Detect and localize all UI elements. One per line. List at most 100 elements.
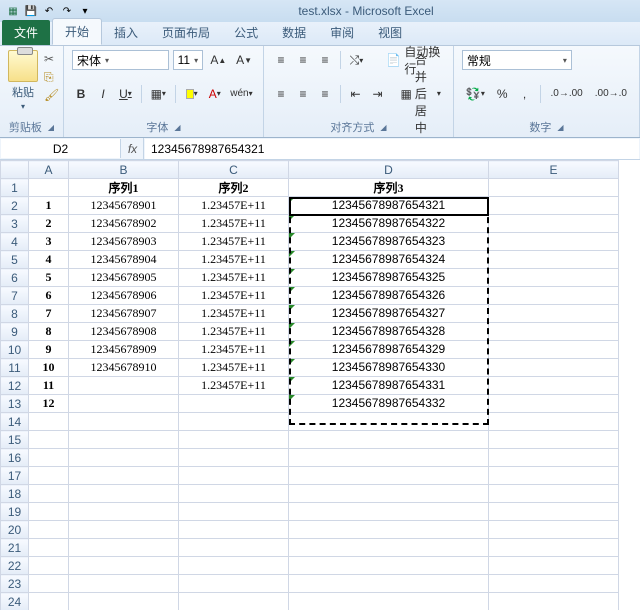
cell[interactable] (289, 575, 489, 593)
cell[interactable]: 12345678987654324 (289, 251, 489, 269)
cell[interactable]: 2 (29, 215, 69, 233)
row-header[interactable]: 20 (1, 521, 29, 539)
cell[interactable] (489, 485, 619, 503)
cell[interactable] (489, 233, 619, 251)
comma-format-icon[interactable]: , (516, 84, 534, 104)
row-header[interactable]: 10 (1, 341, 29, 359)
cell[interactable]: 8 (29, 323, 69, 341)
cell[interactable]: 1.23457E+11 (179, 197, 289, 215)
qat-more-icon[interactable]: ▾ (78, 4, 92, 18)
cell[interactable] (179, 539, 289, 557)
increase-font-icon[interactable]: A▲ (207, 50, 229, 70)
row-header[interactable]: 6 (1, 269, 29, 287)
cell[interactable]: 12345678987654322 (289, 215, 489, 233)
cell[interactable]: 序列1 (69, 179, 179, 197)
cell[interactable]: 12345678901 (69, 197, 179, 215)
tab-insert[interactable]: 插入 (102, 20, 150, 45)
redo-icon[interactable]: ↷ (60, 4, 74, 18)
cell[interactable] (489, 575, 619, 593)
cell[interactable]: 12345678987654332 (289, 395, 489, 413)
cell[interactable] (69, 539, 179, 557)
align-top-icon[interactable]: ≡ (272, 50, 290, 70)
cell[interactable] (489, 197, 619, 215)
cell[interactable]: 12345678987654323 (289, 233, 489, 251)
cell[interactable] (489, 215, 619, 233)
cell[interactable] (179, 467, 289, 485)
cut-icon[interactable]: ✂ (44, 52, 58, 66)
col-header-E[interactable]: E (489, 161, 619, 179)
cell[interactable] (179, 413, 289, 431)
percent-format-icon[interactable]: % (493, 84, 512, 104)
cell[interactable] (179, 575, 289, 593)
tab-formulas[interactable]: 公式 (222, 20, 270, 45)
cell[interactable] (489, 305, 619, 323)
cell[interactable] (489, 593, 619, 610)
row-header[interactable]: 21 (1, 539, 29, 557)
cell[interactable] (179, 449, 289, 467)
cell[interactable]: 序列3 (289, 179, 489, 197)
row-header[interactable]: 13 (1, 395, 29, 413)
font-size-combo[interactable]: 11▾ (173, 50, 204, 70)
cell[interactable]: 1.23457E+11 (179, 305, 289, 323)
format-painter-icon[interactable]: 🖌 (44, 88, 58, 102)
increase-decimal-icon[interactable]: .0→.00 (547, 84, 587, 104)
cell[interactable] (489, 521, 619, 539)
col-header-C[interactable]: C (179, 161, 289, 179)
select-all-corner[interactable] (1, 161, 29, 179)
cell[interactable] (179, 557, 289, 575)
increase-indent-icon[interactable]: ⇥ (369, 84, 387, 104)
copy-icon[interactable]: ⎘ (44, 70, 58, 84)
cell[interactable]: 12345678905 (69, 269, 179, 287)
cell[interactable] (289, 539, 489, 557)
cell[interactable]: 1.23457E+11 (179, 323, 289, 341)
border-button[interactable]: ▦▾ (148, 84, 169, 104)
row-header[interactable]: 4 (1, 233, 29, 251)
dialog-launcher-icon[interactable]: ◢ (557, 123, 563, 132)
cell[interactable]: 9 (29, 341, 69, 359)
cell[interactable] (489, 449, 619, 467)
cell[interactable]: 12345678987654329 (289, 341, 489, 359)
bold-button[interactable]: B (72, 84, 90, 104)
cell[interactable] (289, 557, 489, 575)
cell[interactable] (489, 467, 619, 485)
cell[interactable] (29, 539, 69, 557)
cell[interactable]: 3 (29, 233, 69, 251)
worksheet-grid[interactable]: A B C D E 1 序列1 序列2 序列3 2 1 12345678901 … (0, 160, 640, 610)
undo-icon[interactable]: ↶ (42, 4, 56, 18)
cell[interactable]: 4 (29, 251, 69, 269)
decrease-font-icon[interactable]: A▼ (233, 50, 255, 70)
cell[interactable]: 12345678987654325 (289, 269, 489, 287)
cell[interactable] (179, 521, 289, 539)
cell[interactable]: 10 (29, 359, 69, 377)
cell[interactable] (69, 431, 179, 449)
align-right-icon[interactable]: ≡ (316, 84, 334, 104)
cell[interactable] (69, 395, 179, 413)
cell[interactable] (69, 449, 179, 467)
col-header-D[interactable]: D (289, 161, 489, 179)
align-left-icon[interactable]: ≡ (272, 84, 290, 104)
paste-button[interactable]: 粘贴 ▾ (8, 50, 38, 111)
cell[interactable]: 12345678907 (69, 305, 179, 323)
align-middle-icon[interactable]: ≡ (294, 50, 312, 70)
cell[interactable]: 序列2 (179, 179, 289, 197)
decrease-decimal-icon[interactable]: .00→.0 (591, 84, 631, 104)
cell[interactable]: 12345678987654327 (289, 305, 489, 323)
number-format-combo[interactable]: 常规▾ (462, 50, 572, 70)
phonetic-button[interactable]: wén▾ (228, 84, 255, 104)
decrease-indent-icon[interactable]: ⇤ (347, 84, 365, 104)
cell[interactable] (29, 467, 69, 485)
row-header[interactable]: 1 (1, 179, 29, 197)
row-header[interactable]: 9 (1, 323, 29, 341)
orientation-icon[interactable]: ⤭▾ (347, 50, 366, 70)
cell[interactable] (489, 431, 619, 449)
row-header[interactable]: 11 (1, 359, 29, 377)
tab-data[interactable]: 数据 (270, 20, 318, 45)
cell[interactable] (489, 557, 619, 575)
cell[interactable]: 1.23457E+11 (179, 251, 289, 269)
row-header[interactable]: 5 (1, 251, 29, 269)
cell[interactable] (289, 485, 489, 503)
row-header[interactable]: 2 (1, 197, 29, 215)
cell[interactable]: 12345678904 (69, 251, 179, 269)
row-header[interactable]: 8 (1, 305, 29, 323)
merge-center-button[interactable]: ▦合并后居中▾ (396, 84, 444, 104)
